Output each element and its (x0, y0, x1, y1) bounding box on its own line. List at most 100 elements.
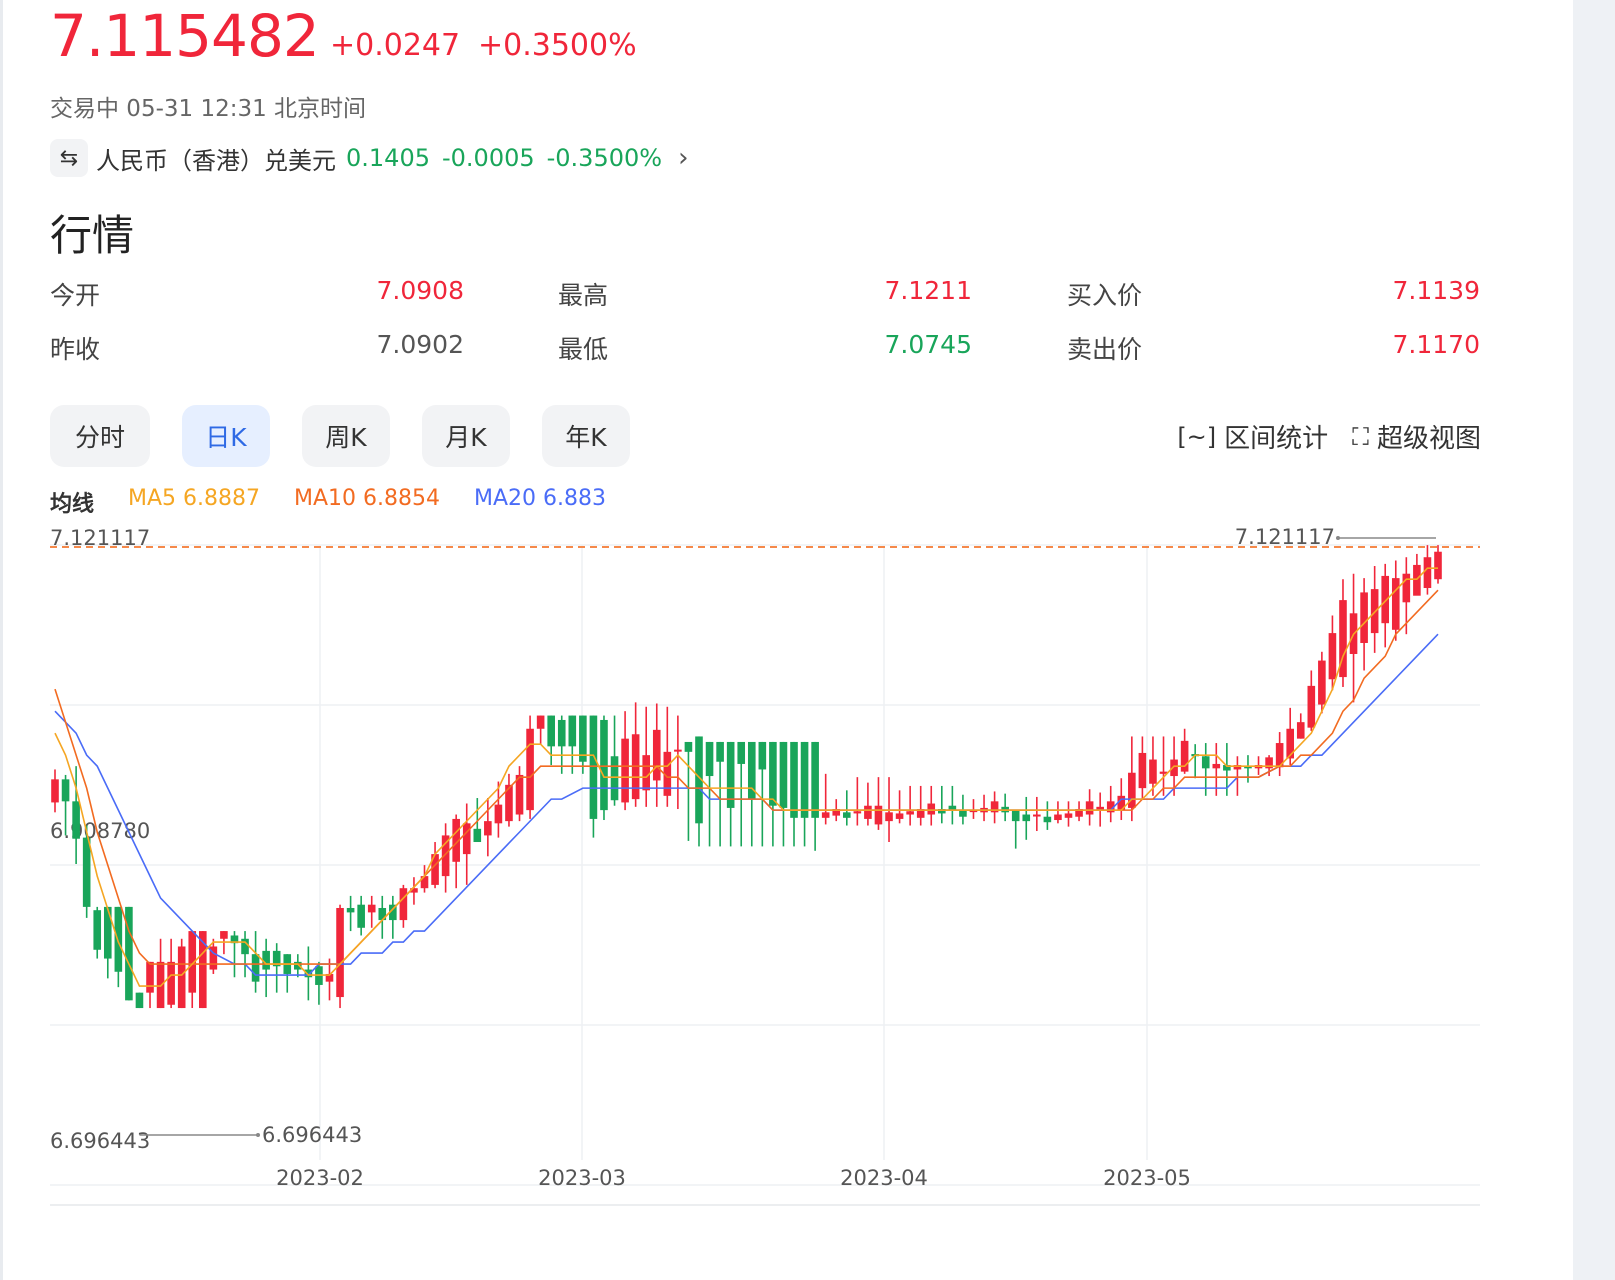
candle-body (1423, 557, 1432, 589)
prev-close-value: 7.0902 (376, 330, 464, 359)
candle-body (484, 821, 492, 836)
x-tick-label: 2023-03 (538, 1166, 626, 1190)
related-pair-link[interactable]: ⇆ 人民币（香港）兑美元 0.1405 -0.0005 -0.3500% › (50, 137, 688, 179)
related-pair-change-percent: -0.3500% (546, 144, 663, 172)
candle-body (1011, 810, 1020, 822)
candle-body (1138, 752, 1147, 789)
candle-body (959, 810, 967, 817)
max-price-label: 7.121117 (1235, 525, 1335, 549)
moving-average-legend: 均线 MA5 6.8887 MA10 6.8854 MA20 6.883 (50, 486, 606, 518)
candle-body (684, 741, 693, 752)
x-tick-label: 2023-05 (1103, 1166, 1191, 1190)
candle-body (853, 811, 862, 814)
candle-body (103, 906, 112, 959)
candle-up (399, 884, 408, 928)
tab-yearly-k[interactable]: 年K (542, 405, 630, 467)
tab-intraday[interactable]: 分时 (50, 405, 150, 467)
candle-body (790, 741, 798, 818)
candle-body (1043, 816, 1052, 823)
min-price-label: 6.696443 (262, 1123, 362, 1147)
candle-body (1212, 763, 1221, 769)
ma20-legend: MA20 6.883 (474, 486, 607, 511)
min-marker-dot (256, 1133, 260, 1137)
candle-down (589, 715, 598, 838)
candle-body (167, 961, 175, 1005)
candle-body (842, 812, 851, 818)
candle-up (864, 782, 872, 826)
right-sidebar-strip (1573, 0, 1615, 1280)
candle-up (156, 938, 165, 1009)
super-view-button[interactable]: ⛶ 超级视图 (1352, 418, 1481, 455)
ask-label: 卖出价 (1067, 335, 1143, 364)
range-stats-label: 区间统计 (1224, 424, 1329, 454)
candle-body (557, 719, 566, 747)
candle-up (642, 706, 651, 807)
candle-up (980, 794, 988, 822)
candle-down (346, 895, 355, 932)
max-marker-dot (1336, 536, 1340, 540)
candle-up (969, 799, 978, 819)
candle-up (452, 814, 460, 889)
range-stats-button[interactable]: [~] 区间统计 (1177, 418, 1328, 455)
candle-body (1318, 660, 1326, 705)
candle-body (652, 729, 661, 781)
candle-up (631, 702, 640, 807)
candle-down (1043, 801, 1052, 830)
ma10-line (54, 589, 1439, 965)
candle-up (51, 769, 59, 813)
candle-body (1201, 756, 1210, 769)
tab-daily-k[interactable]: 日K (182, 405, 270, 467)
candle-body (1413, 564, 1421, 596)
tab-monthly-k[interactable]: 月K (422, 405, 510, 467)
candle-down (610, 715, 619, 806)
x-tick-label: 2023-04 (840, 1166, 928, 1190)
candle-down (790, 741, 798, 847)
candle-body (547, 715, 555, 747)
candle-body (1328, 633, 1337, 680)
swap-arrows-icon: ⇆ (50, 139, 88, 177)
candle-down (557, 715, 566, 774)
candle-body (220, 931, 228, 939)
candle-body (462, 823, 471, 855)
candle-body (589, 715, 598, 819)
ask-value: 7.1170 (1392, 330, 1480, 359)
candle-body (241, 938, 249, 955)
candle-up (188, 931, 197, 1009)
candle-up (462, 803, 471, 885)
bid-label: 买入价 (1067, 281, 1143, 310)
candle-down (272, 943, 281, 993)
prev-close-label: 昨收 (50, 335, 101, 364)
candle-body (864, 805, 872, 819)
candle-up (167, 938, 175, 1009)
candle-body (93, 910, 102, 950)
period-tabs: 分时 日K 周K 月K 年K (50, 405, 630, 467)
candle-down (82, 825, 91, 918)
candle-down (747, 741, 756, 847)
candle-down (230, 931, 239, 978)
kline-chart[interactable]: 2023-02 2023-03 2023-04 2023-057.1211176.90… (0, 520, 1573, 1250)
candle-up (1339, 579, 1347, 687)
candle-body (1296, 722, 1305, 739)
candle-down (684, 741, 693, 841)
candle-body (705, 741, 714, 777)
x-tick-label: 2023-02 (276, 1166, 364, 1190)
chevron-right-icon: › (678, 143, 689, 173)
candle-body (494, 804, 503, 824)
candle-down (726, 741, 735, 847)
candle-body (1149, 759, 1157, 784)
candle-up (1075, 801, 1083, 822)
candle-body (177, 946, 186, 1009)
candle-up (621, 711, 629, 811)
tab-weekly-k[interactable]: 周K (302, 405, 390, 467)
candle-body (473, 828, 482, 843)
candle-down (948, 785, 957, 825)
price-change-percent: +0.3500% (478, 28, 637, 63)
related-pair-name: 人民币（香港）兑美元 (96, 146, 336, 175)
high-label: 最高 (558, 281, 609, 310)
high-value: 7.1211 (884, 276, 972, 305)
candle-body (927, 803, 936, 815)
candle-up (1286, 707, 1294, 766)
candle-body (114, 906, 123, 972)
candle-up (1138, 736, 1147, 800)
candle-body (758, 741, 767, 770)
